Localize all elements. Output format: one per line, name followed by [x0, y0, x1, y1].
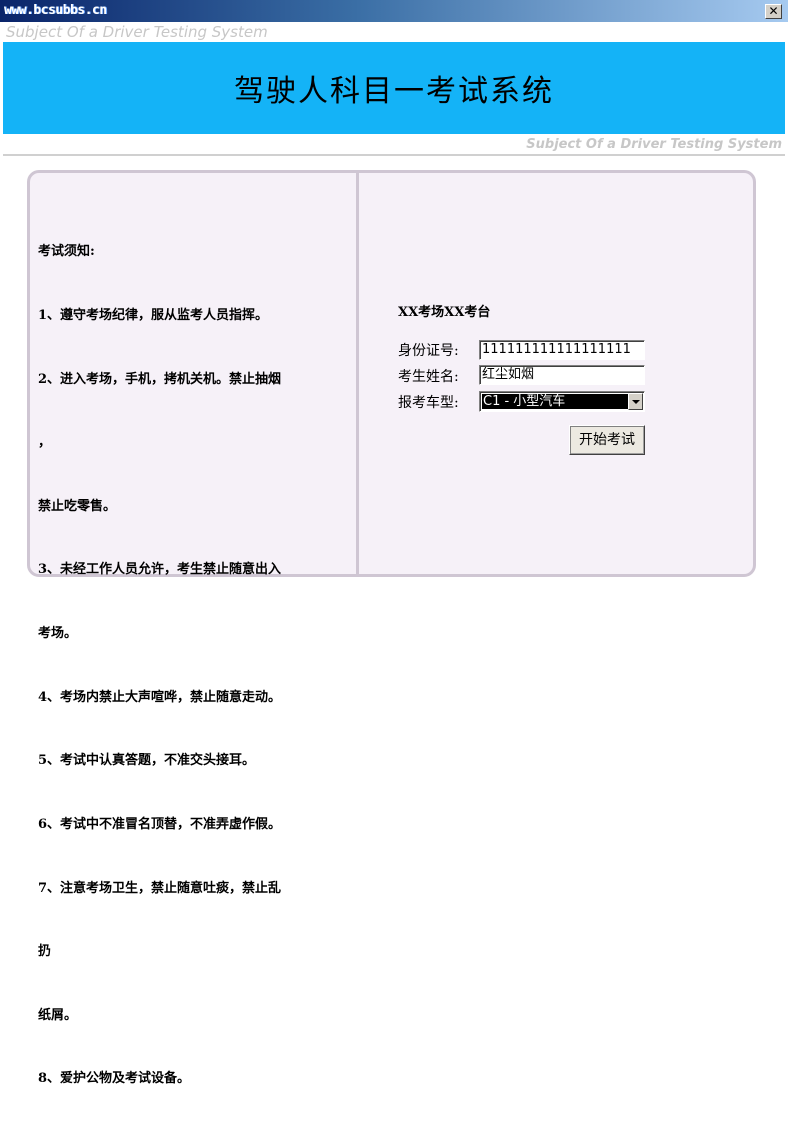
- notice-line: 7、注意考场卫生，禁止随意吐痰，禁止乱: [38, 880, 282, 896]
- notice-line: 8、爱护公物及考试设备。: [38, 1071, 191, 1087]
- notice-line: 4、考场内禁止大声喧哗，禁止随意走动。: [38, 689, 282, 705]
- start-exam-button[interactable]: 开始考试: [569, 425, 645, 455]
- notice-line: 考场。: [38, 626, 78, 642]
- notice-line: 纸屑。: [38, 1007, 78, 1023]
- id-label: 身份证号:: [398, 343, 459, 359]
- notice-line: 考试须知:: [38, 244, 95, 260]
- name-field[interactable]: 红尘如烟: [479, 365, 645, 385]
- close-button[interactable]: ✕: [765, 4, 782, 19]
- notice-line: 6、考试中不准冒名顶替，不准弄虚作假。: [38, 816, 282, 832]
- window-title: www.bcsubbs.cn: [4, 3, 107, 18]
- close-icon: ✕: [768, 4, 779, 18]
- vehicle-type-select[interactable]: C1 - 小型汽车: [479, 391, 645, 412]
- id-number-field[interactable]: 111111111111111111: [479, 340, 645, 360]
- notice-line: 2、进入考场，手机，拷机关机。禁止抽烟: [38, 371, 282, 387]
- main-panel: 考试须知: 1、遵守考场纪律，服从监考人员指挥。 2、进入考场，手机，拷机关机。…: [27, 170, 756, 1086]
- header-divider: [3, 154, 785, 156]
- notice-line: 1、遵守考场纪律，服从监考人员指挥。: [38, 308, 269, 324]
- header-banner: 驾驶人科目一考试系统: [3, 42, 785, 134]
- exam-notice: 考试须知: 1、遵守考场纪律，服从监考人员指挥。 2、进入考场，手机，拷机关机。…: [38, 199, 350, 1132]
- panel-divider: [356, 173, 359, 574]
- vehicle-type-value: C1 - 小型汽车: [482, 394, 628, 409]
- name-label: 考生姓名:: [398, 369, 459, 385]
- notice-line: 3、未经工作人员允许，考生禁止随意出入: [38, 562, 282, 578]
- subtitle-right: Subject Of a Driver Testing System: [526, 137, 782, 152]
- notice-line: 扔: [38, 944, 52, 960]
- subtitle-top: Subject Of a Driver Testing System: [6, 23, 268, 41]
- notice-line: ，: [38, 435, 52, 451]
- page-title: 驾驶人科目一考试系统: [234, 74, 554, 109]
- notice-line: 5、考试中认真答题，不准交头接耳。: [38, 753, 256, 769]
- notice-line: 禁止吃零售。: [38, 498, 117, 514]
- title-bar: www.bcsubbs.cn ✕: [0, 0, 788, 22]
- chevron-down-icon[interactable]: [628, 393, 643, 410]
- exam-site-label: XX考场XX考台: [398, 305, 491, 320]
- vehicle-type-label: 报考车型:: [398, 395, 459, 411]
